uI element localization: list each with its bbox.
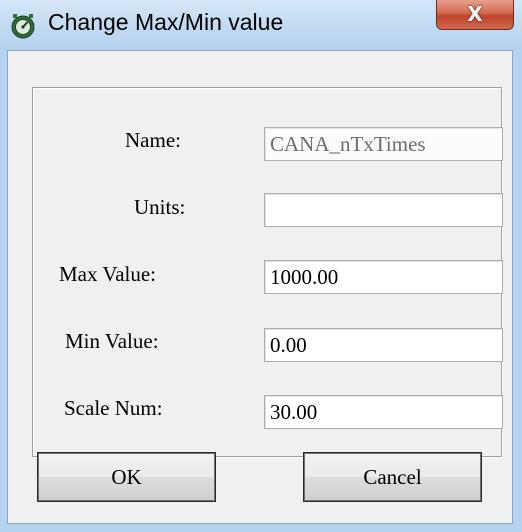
scale-num-label: Scale Num: [64,396,163,420]
ok-button[interactable]: OK [38,453,215,501]
name-label: Name: [125,128,181,152]
min-value-field[interactable]: 0.00 [264,328,503,362]
window-title: Change Max/Min value [48,9,284,35]
dialog-window: Change Max/Min value X Name: CANA_nTxTim… [0,0,522,532]
title-bar[interactable]: Change Max/Min value X [0,0,522,50]
max-value-label: Max Value: [59,262,157,286]
close-icon: X [467,1,483,26]
cancel-button[interactable]: Cancel [304,453,481,501]
min-value-label: Min Value: [65,329,159,353]
max-value-field[interactable]: 1000.00 [264,260,503,294]
units-field[interactable] [264,193,503,227]
gauge-icon [11,14,35,39]
dialog-body: Name: CANA_nTxTimes Units: Max Value: 10… [7,50,513,524]
units-label: Units: [134,195,186,219]
settings-group: Name: CANA_nTxTimes Units: Max Value: 10… [32,87,503,457]
scale-num-field[interactable]: 30.00 [264,395,503,429]
name-field: CANA_nTxTimes [264,127,503,161]
close-button[interactable]: X [436,0,514,30]
